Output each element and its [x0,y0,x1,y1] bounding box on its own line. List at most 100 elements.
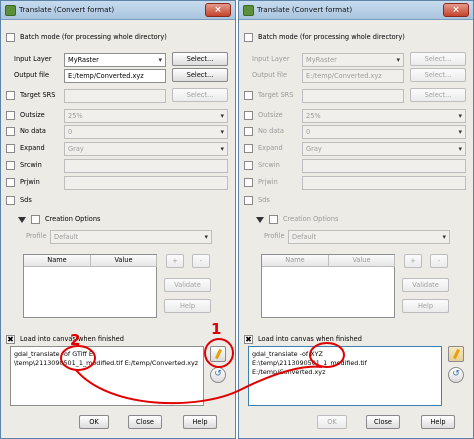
srcwin-label: Srcwin [20,161,42,169]
outsize-checkbox[interactable] [6,111,15,120]
target-srs-field[interactable] [302,89,404,103]
batch-mode-checkbox[interactable] [244,33,253,42]
sds-label: Sds [20,196,32,204]
target-srs-row: Target SRS Select... [244,88,470,104]
title-bar[interactable]: Translate (Convert format) × [239,1,473,20]
input-layer-row: Input Layer MyRaster Select... [244,52,470,68]
name-column-header[interactable]: Name [24,255,91,267]
remove-option-button[interactable]: - [430,254,448,268]
outsize-checkbox[interactable] [244,111,253,120]
title-bar[interactable]: Translate (Convert format) × [1,1,235,20]
srcwin-field[interactable] [302,159,466,173]
nodata-checkbox[interactable] [6,127,15,136]
nodata-checkbox[interactable] [244,127,253,136]
pencil-icon [453,348,460,360]
creation-options-label: Creation Options [283,215,339,223]
creation-options-checkbox[interactable] [269,215,278,224]
creation-options-header: Creation Options [18,212,244,228]
outsize-label: Outsize [258,111,283,119]
nodata-label: No data [258,127,284,135]
help-button[interactable]: Help [421,415,455,429]
batch-mode-checkbox[interactable] [6,33,15,42]
target-srs-select-button[interactable]: Select... [410,88,466,102]
ok-button[interactable]: OK [317,415,347,429]
outsize-spinbox[interactable]: 25% [302,109,466,123]
load-canvas-checkbox[interactable]: ✖ [244,335,253,344]
collapse-triangle-icon[interactable] [256,217,264,223]
prjwin-checkbox[interactable] [6,178,15,187]
remove-option-button[interactable]: - [192,254,210,268]
input-layer-combo[interactable]: MyRaster [302,53,404,67]
prjwin-field[interactable] [64,176,228,190]
add-option-button[interactable]: + [404,254,422,268]
srcwin-checkbox[interactable] [244,161,253,170]
value-column-header[interactable]: Value [91,255,157,267]
close-button[interactable]: Close [366,415,400,429]
edit-command-button[interactable] [448,346,464,362]
target-srs-checkbox[interactable] [6,91,15,100]
expand-label: Expand [258,144,283,152]
creation-options-checkbox[interactable] [31,215,40,224]
profile-combo[interactable]: Default [288,230,450,244]
outsize-label: Outsize [20,111,45,119]
target-srs-field[interactable] [64,89,166,103]
nodata-spinbox[interactable]: 0 [64,125,228,139]
command-line-1: gdal_translate -of GTiff E: [14,350,200,359]
add-option-button[interactable]: + [166,254,184,268]
reset-command-button[interactable]: ↺ [210,367,226,383]
output-file-field[interactable]: E:/temp/Converted.xyz [64,69,166,83]
input-layer-row: Input Layer MyRaster Select... [6,52,232,68]
value-column-header[interactable]: Value [329,255,395,267]
expand-label: Expand [20,144,45,152]
expand-combo[interactable]: Gray [302,142,466,156]
srcwin-checkbox[interactable] [6,161,15,170]
prjwin-field[interactable] [302,176,466,190]
close-button[interactable]: Close [128,415,162,429]
name-column-header[interactable]: Name [262,255,329,267]
expand-checkbox[interactable] [6,144,15,153]
reset-command-button[interactable]: ↺ [448,367,464,383]
translate-dialog-left: Translate (Convert format) × Batch mode … [0,0,236,439]
options-help-button[interactable]: Help [402,299,449,313]
output-file-row: Output file E:/temp/Converted.xyz Select… [6,68,232,84]
outsize-spinbox[interactable]: 25% [64,109,228,123]
validate-button[interactable]: Validate [402,278,449,292]
batch-mode-row: Batch mode (for processing whole directo… [244,30,470,46]
window-close-button[interactable]: × [443,3,469,17]
command-text-area[interactable]: gdal_translate -of GTiff E: \temp\211309… [10,346,204,406]
options-help-button[interactable]: Help [164,299,211,313]
input-select-button[interactable]: Select... [172,52,228,66]
creation-options-header: Creation Options [256,212,474,228]
creation-options-table[interactable]: Name Value [261,254,395,318]
expand-checkbox[interactable] [244,144,253,153]
output-select-button[interactable]: Select... [410,68,466,82]
edit-command-button[interactable] [210,346,226,362]
expand-row: Expand Gray [6,141,232,157]
nodata-spinbox[interactable]: 0 [302,125,466,139]
command-text-area[interactable]: gdal_translate -of XYZ E:\temp\211309050… [248,346,442,406]
srcwin-field[interactable] [64,159,228,173]
ok-button[interactable]: OK [79,415,109,429]
creation-options-table[interactable]: Name Value [23,254,157,318]
target-srs-label: Target SRS [258,91,294,99]
target-srs-select-button[interactable]: Select... [172,88,228,102]
profile-combo[interactable]: Default [50,230,212,244]
sds-row: Sds [244,193,470,209]
input-select-button[interactable]: Select... [410,52,466,66]
prjwin-row: Prjwin [6,175,232,191]
window-title: Translate (Convert format) [19,5,115,14]
prjwin-checkbox[interactable] [244,178,253,187]
validate-button[interactable]: Validate [164,278,211,292]
sds-checkbox[interactable] [6,196,15,205]
window-close-button[interactable]: × [205,3,231,17]
target-srs-row: Target SRS Select... [6,88,232,104]
output-file-field[interactable]: E:/temp/Converted.xyz [302,69,404,83]
help-button[interactable]: Help [183,415,217,429]
target-srs-checkbox[interactable] [244,91,253,100]
expand-combo[interactable]: Gray [64,142,228,156]
output-select-button[interactable]: Select... [172,68,228,82]
load-canvas-checkbox[interactable]: ✖ [6,335,15,344]
collapse-triangle-icon[interactable] [18,217,26,223]
input-layer-combo[interactable]: MyRaster [64,53,166,67]
sds-checkbox[interactable] [244,196,253,205]
